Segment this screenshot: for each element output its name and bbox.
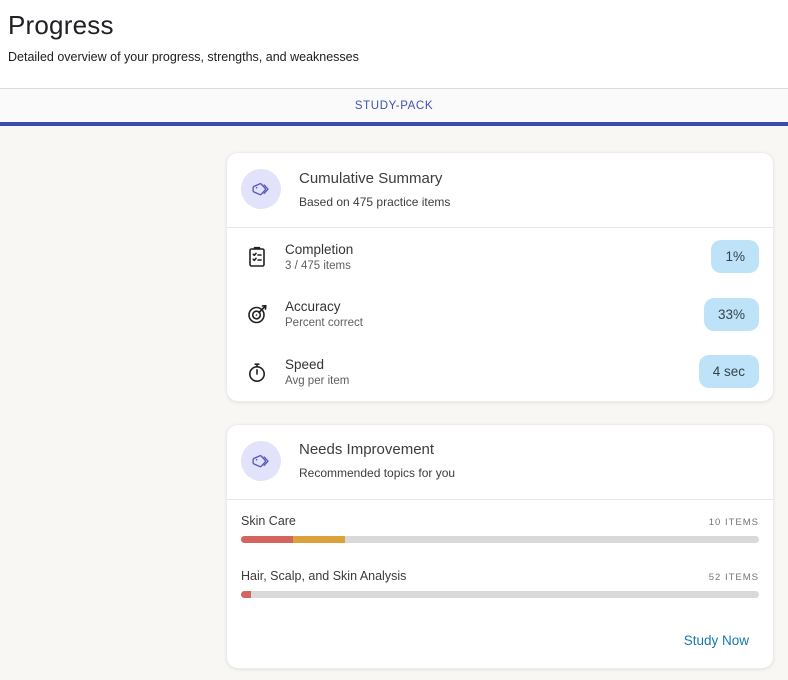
needs-improvement-card: Needs Improvement Recommended topics for…	[226, 424, 774, 669]
stat-text: Accuracy Percent correct	[285, 299, 704, 329]
tab-bar: STUDY-PACK	[0, 88, 788, 122]
improvement-card-title: Needs Improvement	[299, 441, 455, 458]
stat-label: Speed	[285, 357, 699, 372]
stat-text: Speed Avg per item	[285, 357, 699, 387]
checklist-clipboard-icon	[245, 245, 271, 269]
summary-card-header-text: Cumulative Summary Based on 475 practice…	[299, 170, 450, 209]
stat-sublabel: Percent correct	[285, 317, 704, 329]
topic-progress-bar	[241, 591, 759, 598]
avatar	[241, 441, 281, 481]
summary-card-subtitle: Based on 475 practice items	[299, 195, 450, 209]
topic-head: Hair, Scalp, and Skin Analysis 52 ITEMS	[241, 569, 759, 583]
summary-card-header: Cumulative Summary Based on 475 practice…	[227, 153, 773, 227]
improvement-card-footer: Study Now	[227, 610, 773, 668]
content-area: Cumulative Summary Based on 475 practice…	[0, 126, 788, 680]
stat-sublabel: Avg per item	[285, 375, 699, 387]
progress-segment-red	[241, 591, 251, 598]
improvement-card-subtitle: Recommended topics for you	[299, 466, 455, 480]
avatar	[241, 169, 281, 209]
stat-row-accuracy: Accuracy Percent correct 33%	[227, 286, 773, 344]
topic-name: Skin Care	[241, 514, 296, 528]
completion-value-badge: 1%	[711, 240, 759, 273]
tags-icon	[250, 178, 272, 200]
improvement-card-header-text: Needs Improvement Recommended topics for…	[299, 441, 455, 480]
topic-item-count: 52 ITEMS	[709, 572, 759, 583]
tags-icon	[250, 450, 272, 472]
speed-value-badge: 4 sec	[699, 355, 759, 388]
page-subtitle: Detailed overview of your progress, stre…	[8, 50, 780, 64]
stat-row-completion: Completion 3 / 475 items 1%	[227, 228, 773, 286]
cumulative-summary-card: Cumulative Summary Based on 475 practice…	[226, 152, 774, 402]
accuracy-value-badge: 33%	[704, 298, 759, 331]
topic-head: Skin Care 10 ITEMS	[241, 514, 759, 528]
summary-card-title: Cumulative Summary	[299, 170, 450, 187]
page-title: Progress	[8, 10, 780, 41]
progress-segment-red	[241, 536, 293, 543]
topic-progress-bar	[241, 536, 759, 543]
page-header: Progress Detailed overview of your progr…	[0, 0, 788, 88]
stat-row-speed: Speed Avg per item 4 sec	[227, 343, 773, 401]
stat-label: Accuracy	[285, 299, 704, 314]
study-now-link[interactable]: Study Now	[684, 633, 749, 648]
tab-study-pack[interactable]: STUDY-PACK	[337, 100, 451, 112]
topic-item-count: 10 ITEMS	[709, 517, 759, 528]
stat-text: Completion 3 / 475 items	[285, 242, 711, 272]
topic-name: Hair, Scalp, and Skin Analysis	[241, 569, 406, 583]
stat-label: Completion	[285, 242, 711, 257]
topic-row-hair-scalp-skin: Hair, Scalp, and Skin Analysis 52 ITEMS	[227, 555, 773, 610]
improvement-card-header: Needs Improvement Recommended topics for…	[227, 425, 773, 499]
target-arrow-icon	[245, 302, 271, 326]
stat-sublabel: 3 / 475 items	[285, 260, 711, 272]
progress-segment-orange	[293, 536, 345, 543]
topic-row-skin-care: Skin Care 10 ITEMS	[227, 500, 773, 555]
stopwatch-icon	[245, 360, 271, 384]
